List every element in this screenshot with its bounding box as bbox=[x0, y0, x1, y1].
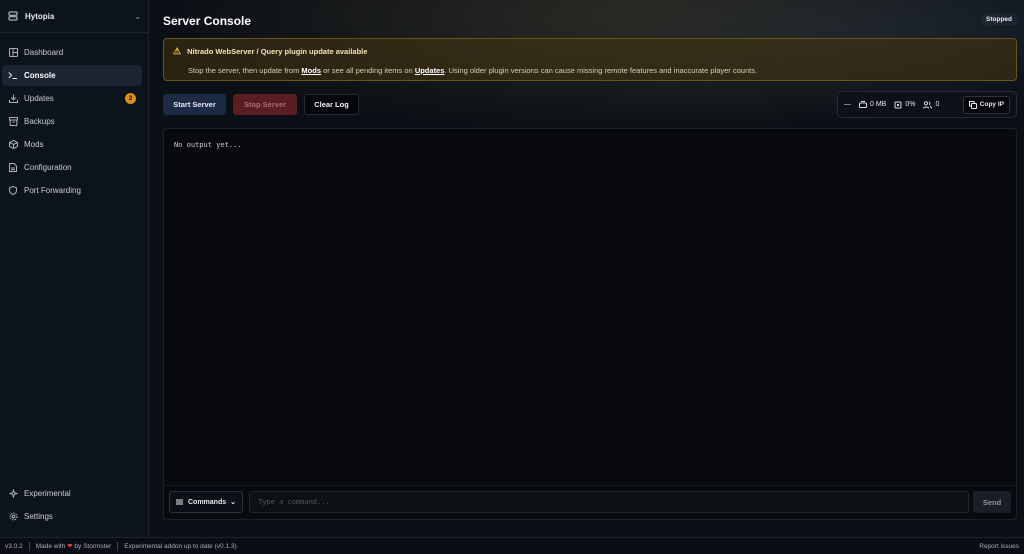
app-switcher[interactable]: Hytopia ⌄ bbox=[0, 0, 148, 33]
sidebar: Hytopia ⌄ Dashboard Console Updates 2 Ba… bbox=[0, 0, 149, 537]
sidebar-item-label: Console bbox=[24, 71, 56, 80]
package-icon bbox=[8, 140, 18, 150]
sidebar-item-label: Mods bbox=[24, 140, 44, 149]
page-title: Server Console bbox=[163, 14, 252, 28]
sparkles-icon bbox=[8, 489, 18, 499]
main-content: Server Console Stopped ⚠ Nitrado WebServ… bbox=[163, 0, 1017, 537]
sidebar-item-label: Dashboard bbox=[24, 48, 64, 57]
command-input[interactable] bbox=[249, 491, 969, 513]
server-icon bbox=[7, 10, 19, 22]
download-icon bbox=[8, 94, 18, 104]
updates-count-badge: 2 bbox=[125, 93, 136, 104]
sidebar-nav: Dashboard Console Updates 2 Backups Mods… bbox=[0, 33, 148, 201]
copy-ip-button[interactable]: Copy IP bbox=[962, 95, 1010, 114]
author-text: by Stormster bbox=[74, 542, 112, 550]
copy-ip-label: Copy IP bbox=[979, 101, 1004, 108]
server-stats-panel: — 0 MB 0% 0 Copy IP bbox=[837, 91, 1017, 118]
sidebar-bottom: Experimental Settings bbox=[0, 482, 148, 529]
send-button[interactable]: Send bbox=[973, 491, 1011, 513]
footer: v3.0.2 Made with ❤ by Stormster Experime… bbox=[0, 537, 1024, 554]
shield-icon bbox=[8, 186, 18, 196]
sidebar-item-dashboard[interactable]: Dashboard bbox=[2, 42, 142, 63]
console-output-text: No output yet... bbox=[174, 141, 242, 149]
warning-icon: ⚠ bbox=[173, 46, 182, 56]
commands-dropdown[interactable]: Commands ⌄ bbox=[169, 491, 243, 513]
users-icon bbox=[923, 100, 933, 109]
terminal-icon bbox=[8, 71, 18, 81]
memory-value: 0 MB bbox=[870, 101, 887, 108]
sidebar-item-label: Port Forwarding bbox=[24, 186, 81, 195]
sidebar-item-label: Settings bbox=[24, 512, 53, 521]
app-name: Hytopia bbox=[25, 11, 55, 21]
cpu-stat: 0% bbox=[894, 101, 915, 109]
addon-status-text: Experimental addon up to date (v0.1.3) bbox=[124, 542, 237, 550]
gear-icon bbox=[8, 512, 18, 522]
cpu-value: 0% bbox=[905, 101, 916, 108]
uptime-stat: — bbox=[844, 101, 851, 108]
heart-icon: ❤ bbox=[67, 543, 73, 550]
sidebar-item-label: Updates bbox=[24, 94, 54, 103]
alert-text: Stop the server, then update from bbox=[188, 66, 302, 75]
dashboard-icon bbox=[8, 48, 18, 58]
memory-icon bbox=[859, 101, 867, 108]
divider bbox=[28, 541, 30, 551]
sidebar-item-port-forwarding[interactable]: Port Forwarding bbox=[2, 180, 142, 201]
console-output-panel[interactable]: No output yet... Commands ⌄ Send bbox=[163, 128, 1017, 520]
sidebar-item-label: Backups bbox=[24, 117, 55, 126]
sidebar-item-mods[interactable]: Mods bbox=[2, 134, 142, 155]
sidebar-item-label: Configuration bbox=[24, 163, 72, 172]
sidebar-item-experimental[interactable]: Experimental bbox=[2, 483, 142, 504]
clear-log-button[interactable]: Clear Log bbox=[304, 94, 359, 115]
archive-icon bbox=[8, 117, 18, 127]
chevron-down-icon: ⌄ bbox=[230, 499, 236, 506]
start-server-button[interactable]: Start Server bbox=[163, 94, 226, 115]
alert-body: Stop the server, then update from Mods o… bbox=[188, 66, 1007, 75]
alert-title: Nitrado WebServer / Query plugin update … bbox=[187, 47, 368, 56]
commands-label: Commands bbox=[188, 498, 227, 506]
alert-text: or see all pending items on bbox=[321, 66, 415, 75]
divider bbox=[117, 541, 119, 551]
memory-stat: 0 MB bbox=[859, 101, 886, 108]
sidebar-item-backups[interactable]: Backups bbox=[2, 111, 142, 132]
updates-link[interactable]: Updates bbox=[415, 66, 445, 75]
sidebar-item-label: Experimental bbox=[24, 489, 71, 498]
mods-link[interactable]: Mods bbox=[301, 66, 321, 75]
players-stat: 0 bbox=[923, 100, 940, 109]
command-bar: Commands ⌄ Send bbox=[164, 485, 1016, 519]
chevron-down-icon: ⌄ bbox=[134, 11, 141, 21]
made-with-text: Made with bbox=[35, 542, 66, 550]
report-issues-link[interactable]: Report issues bbox=[979, 543, 1019, 550]
plugin-update-alert: ⚠ Nitrado WebServer / Query plugin updat… bbox=[163, 38, 1017, 81]
alert-text: . Using older plugin versions can cause … bbox=[444, 66, 758, 75]
stop-server-button[interactable]: Stop Server bbox=[233, 94, 297, 115]
sidebar-item-updates[interactable]: Updates 2 bbox=[2, 88, 142, 109]
list-icon bbox=[176, 499, 183, 505]
players-value: 0 bbox=[935, 101, 940, 108]
sidebar-item-settings[interactable]: Settings bbox=[2, 506, 142, 527]
copy-icon bbox=[968, 100, 977, 109]
file-icon bbox=[8, 163, 18, 173]
status-badge: Stopped bbox=[981, 14, 1017, 25]
sidebar-item-configuration[interactable]: Configuration bbox=[2, 157, 142, 178]
cpu-icon bbox=[894, 101, 902, 108]
sidebar-item-console[interactable]: Console bbox=[2, 65, 142, 86]
version-label: v3.0.2 bbox=[5, 542, 23, 550]
